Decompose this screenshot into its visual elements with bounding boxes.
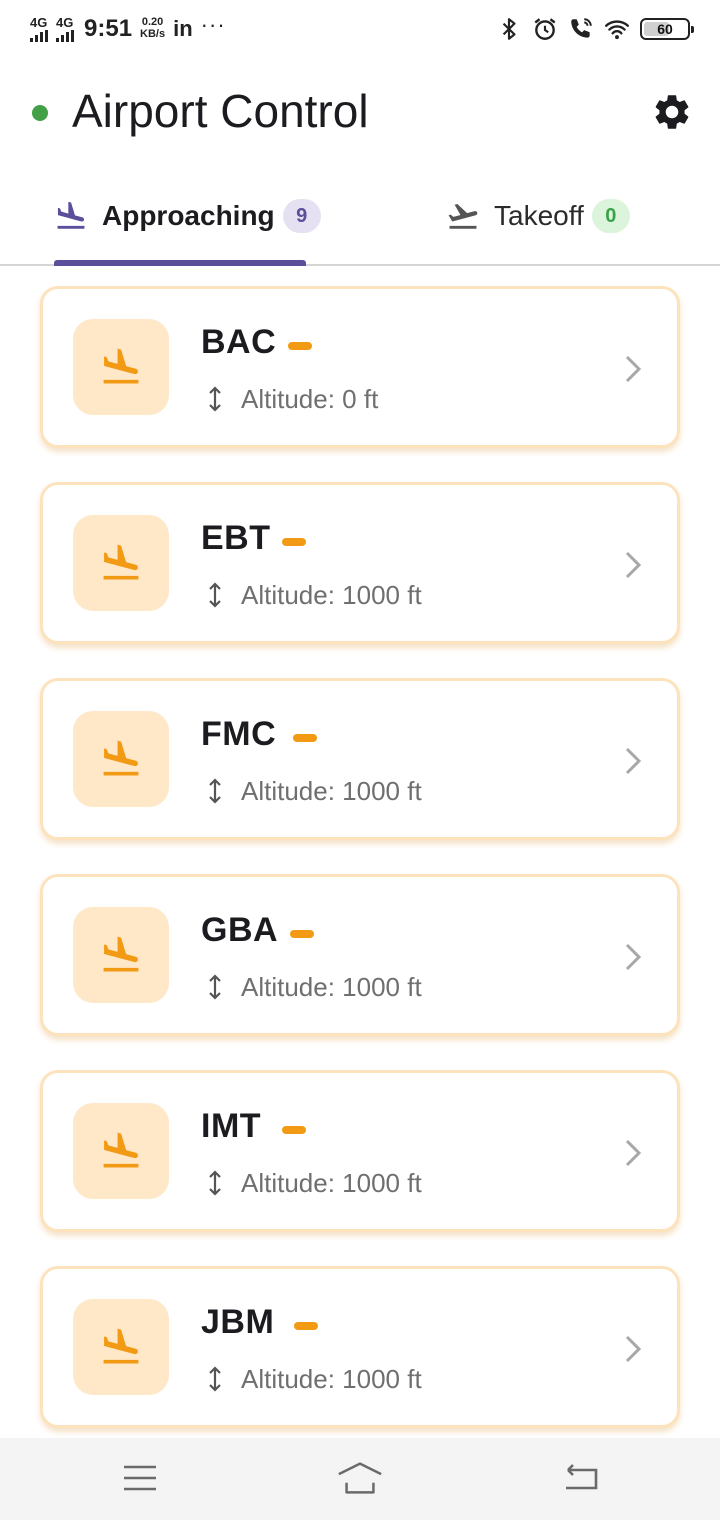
- chevron-right-icon: [625, 1139, 642, 1167]
- more-notifications-icon: ···: [200, 12, 226, 37]
- network-speed: 0.20 KB/s: [140, 17, 165, 40]
- flight-icon-box: [73, 1299, 169, 1395]
- home-icon: [338, 1462, 382, 1494]
- bluetooth-icon: [502, 18, 516, 40]
- flight-land-icon: [103, 1132, 139, 1168]
- page-title: Airport Control: [72, 85, 369, 137]
- status-indicator: [290, 930, 314, 938]
- status-indicator: [294, 1322, 318, 1330]
- status-right: 60: [496, 16, 694, 42]
- flight-altitude: Altitude: 1000 ft: [241, 776, 422, 806]
- flight-code: JBM: [201, 1303, 275, 1341]
- status-indicator: [282, 538, 306, 546]
- settings-button[interactable]: [648, 88, 696, 136]
- chevron-right-icon: [625, 747, 642, 775]
- alarm-icon: [534, 18, 556, 40]
- altitude-icon: [209, 1170, 221, 1196]
- status-left: 4G 4G 9:51 0.20 KB/s in ···: [30, 12, 226, 43]
- approaching-count-badge: 9: [282, 199, 321, 233]
- status-bar: 4G 4G 9:51 0.20 KB/s in ··· 60: [0, 0, 720, 58]
- flight-code: FMC: [201, 715, 277, 753]
- chevron-right-icon: [625, 943, 642, 971]
- network-type-1: 4G: [30, 15, 48, 30]
- flight-icon-box: [73, 1103, 169, 1199]
- flight-altitude: Altitude: 1000 ft: [241, 1364, 422, 1394]
- flight-icon-box: [73, 515, 169, 611]
- flight-land-icon: [103, 740, 139, 776]
- flight-takeoff-icon: [448, 204, 478, 229]
- signal-2-icon: 4G: [56, 16, 74, 42]
- menu-button[interactable]: [116, 1458, 164, 1498]
- flight-altitude: Altitude: 1000 ft: [241, 1168, 422, 1198]
- flight-altitude: Altitude: 1000 ft: [241, 972, 422, 1002]
- flight-card[interactable]: FMC Altitude: 1000 ft: [40, 678, 680, 840]
- flight-icon-box: [73, 907, 169, 1003]
- flight-altitude: Altitude: 1000 ft: [241, 580, 422, 610]
- flight-code: EBT: [201, 519, 271, 557]
- status-indicator: [288, 342, 312, 350]
- flight-land-icon: [103, 1328, 139, 1364]
- linkedin-notification-icon: in: [173, 16, 193, 41]
- flight-card[interactable]: IMT Altitude: 1000 ft: [40, 1070, 680, 1232]
- network-speed-unit: KB/s: [140, 28, 166, 40]
- back-icon: [566, 1464, 598, 1490]
- flight-code: IMT: [201, 1107, 262, 1145]
- tab-takeoff-label: Takeoff: [494, 200, 584, 231]
- clock: 9:51: [84, 15, 133, 42]
- status-indicator: [293, 734, 317, 742]
- flight-card[interactable]: GBA Altitude: 1000 ft: [40, 874, 680, 1036]
- app-bar: Airport Control: [0, 58, 720, 168]
- flight-code: BAC: [201, 323, 277, 361]
- status-indicator: [282, 1126, 306, 1134]
- wifi-icon: [604, 20, 630, 40]
- flight-list[interactable]: BAC Altitude: 0 ft EBT Altitude: 1000 ft…: [0, 268, 720, 1438]
- flight-icon-box: [73, 711, 169, 807]
- flight-land-icon: [103, 544, 139, 580]
- altitude-icon: [209, 1366, 221, 1392]
- system-nav-bar: [0, 1438, 720, 1520]
- flight-land-icon: [103, 348, 139, 384]
- battery-icon: 60: [640, 18, 694, 40]
- chevron-right-icon: [625, 551, 642, 579]
- status-dot: [32, 105, 48, 121]
- chevron-right-icon: [625, 1335, 642, 1363]
- flight-card[interactable]: JBM Altitude: 1000 ft: [40, 1266, 680, 1428]
- altitude-icon: [209, 778, 221, 804]
- flight-icon-box: [73, 319, 169, 415]
- altitude-icon: [209, 582, 221, 608]
- chevron-right-icon: [625, 355, 642, 383]
- home-button[interactable]: [336, 1458, 384, 1498]
- tab-indicator: [54, 260, 306, 266]
- tab-bar: Approaching 9 Takeoff 0: [0, 168, 720, 266]
- network-type-2: 4G: [56, 15, 74, 30]
- tab-takeoff[interactable]: Takeoff 0: [446, 168, 630, 264]
- altitude-icon: [209, 974, 221, 1000]
- wifi-call-icon: [571, 18, 592, 38]
- flight-card[interactable]: EBT Altitude: 1000 ft: [40, 482, 680, 644]
- menu-icon: [124, 1465, 156, 1491]
- signal-1-icon: 4G: [30, 16, 48, 42]
- tab-approaching-label: Approaching: [102, 200, 275, 231]
- back-button[interactable]: [556, 1458, 604, 1498]
- flight-land-icon: [103, 936, 139, 972]
- takeoff-count-badge: 0: [591, 199, 630, 233]
- flight-card[interactable]: BAC Altitude: 0 ft: [40, 286, 680, 448]
- battery-level: 60: [657, 21, 673, 37]
- altitude-icon: [209, 386, 221, 412]
- gear-icon: [655, 95, 689, 129]
- flight-altitude: Altitude: 0 ft: [241, 384, 379, 414]
- tab-approaching[interactable]: Approaching 9: [54, 168, 321, 264]
- flight-code: GBA: [201, 911, 279, 949]
- flight-land-icon: [57, 201, 85, 229]
